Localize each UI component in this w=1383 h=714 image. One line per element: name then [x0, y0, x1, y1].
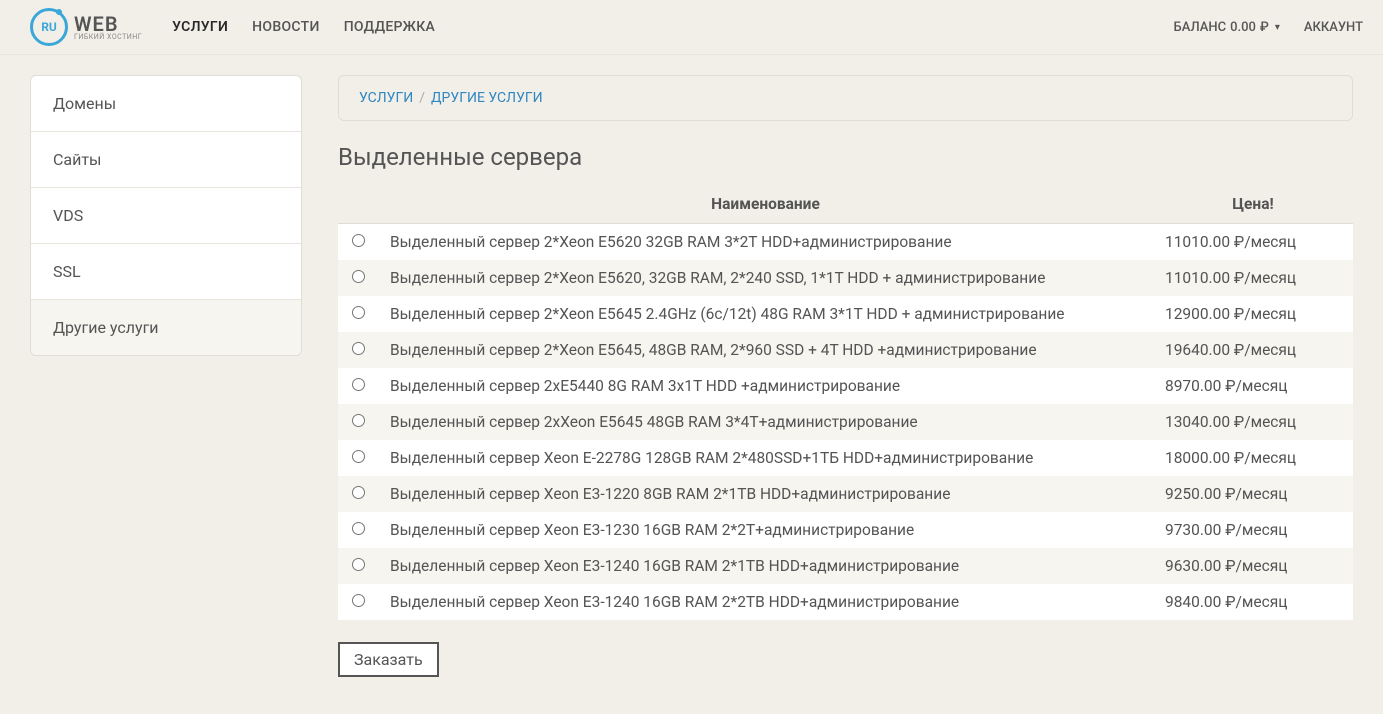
balance-label: БАЛАНС [1174, 20, 1227, 35]
radio-cell [338, 404, 378, 440]
sidebar-item-1[interactable]: Сайты [31, 132, 301, 188]
logo-badge: RU [30, 8, 68, 46]
server-radio-4[interactable] [352, 378, 365, 391]
breadcrumb-link-0[interactable]: УСЛУГИ [359, 90, 413, 106]
server-name-cell: Выделенный сервер 2*Xeon E5645, 48GB RAM… [378, 332, 1153, 368]
table-row: Выделенный сервер 2*Xeon E5645, 48GB RAM… [338, 332, 1353, 368]
server-name-cell: Выделенный сервер Xeon E3-1240 16GB RAM … [378, 548, 1153, 584]
server-price-cell: 11010.00 ₽/месяц [1153, 224, 1353, 261]
balance-currency: ₽ [1260, 20, 1269, 35]
server-name-cell: Выделенный сервер Xeon E3-1220 8GB RAM 2… [378, 476, 1153, 512]
table-header-price: Цена! [1153, 185, 1353, 224]
nav-item-0[interactable]: УСЛУГИ [172, 19, 228, 35]
server-name-cell: Выделенный сервер 2xE5440 8G RAM 3x1T HD… [378, 368, 1153, 404]
server-radio-7[interactable] [352, 486, 365, 499]
server-name-cell: Выделенный сервер Xeon E-2278G 128GB RAM… [378, 440, 1153, 476]
page-title: Выделенные сервера [338, 143, 1353, 171]
balance-value: 0.00 [1230, 20, 1256, 35]
server-name-cell: Выделенный сервер 2xXeon E5645 48GB RAM … [378, 404, 1153, 440]
nav-item-2[interactable]: ПОДДЕРЖКА [344, 19, 435, 35]
sidebar-item-3[interactable]: SSL [31, 244, 301, 300]
table-row: Выделенный сервер Xeon E3-1240 16GB RAM … [338, 548, 1353, 584]
caret-down-icon: ▾ [1275, 22, 1280, 33]
server-radio-1[interactable] [352, 270, 365, 283]
topbar: RU WEB ГИБКИЙ ХОСТИНГ УСЛУГИ НОВОСТИ ПОДДЕ… [0, 0, 1383, 55]
radio-cell [338, 512, 378, 548]
server-radio-8[interactable] [352, 522, 365, 535]
table-row: Выделенный сервер 2*Xeon E5645 2.4GHz (6… [338, 296, 1353, 332]
table-row: Выделенный сервер 2*Xeon E5620, 32GB RAM… [338, 260, 1353, 296]
breadcrumb-link-1[interactable]: ДРУГИЕ УСЛУГИ [431, 90, 543, 106]
sidebar-item-4[interactable]: Другие услуги [31, 300, 301, 355]
page-container: ДоменыСайтыVDSSSLДругие услуги УСЛУГИ / ДР… [0, 55, 1383, 697]
table-row: Выделенный сервер 2xE5440 8G RAM 3x1T HD… [338, 368, 1353, 404]
server-radio-3[interactable] [352, 342, 365, 355]
radio-cell [338, 548, 378, 584]
server-price-cell: 13040.00 ₽/месяц [1153, 404, 1353, 440]
table-header-radio [338, 185, 378, 224]
logo[interactable]: RU WEB ГИБКИЙ ХОСТИНГ [30, 8, 142, 46]
sidebar: ДоменыСайтыVDSSSLДругие услуги [30, 75, 302, 677]
table-row: Выделенный сервер Xeon E-2278G 128GB RAM… [338, 440, 1353, 476]
account-link[interactable]: АККАУНТ [1304, 20, 1363, 35]
radio-cell [338, 296, 378, 332]
server-radio-2[interactable] [352, 306, 365, 319]
table-header-name: Наименование [378, 185, 1153, 224]
server-price-cell: 18000.00 ₽/месяц [1153, 440, 1353, 476]
server-price-cell: 9630.00 ₽/месяц [1153, 548, 1353, 584]
sidebar-list: ДоменыСайтыVDSSSLДругие услуги [30, 75, 302, 356]
sidebar-item-2[interactable]: VDS [31, 188, 301, 244]
server-radio-6[interactable] [352, 450, 365, 463]
table-row: Выделенный сервер 2xXeon E5645 48GB RAM … [338, 404, 1353, 440]
server-name-cell: Выделенный сервер Xeon E3-1230 16GB RAM … [378, 512, 1153, 548]
server-price-cell: 9250.00 ₽/месяц [1153, 476, 1353, 512]
sidebar-item-0[interactable]: Домены [31, 76, 301, 132]
breadcrumb: УСЛУГИ / ДРУГИЕ УСЛУГИ [338, 75, 1353, 121]
logo-sub: ГИБКИЙ ХОСТИНГ [74, 34, 142, 41]
server-radio-5[interactable] [352, 414, 365, 427]
table-row: Выделенный сервер 2*Xeon E5620 32GB RAM … [338, 224, 1353, 261]
server-name-cell: Выделенный сервер 2*Xeon E5620 32GB RAM … [378, 224, 1153, 261]
server-price-cell: 11010.00 ₽/месяц [1153, 260, 1353, 296]
table-row: Выделенный сервер Xeon E3-1220 8GB RAM 2… [338, 476, 1353, 512]
logo-main: WEB [74, 14, 142, 34]
breadcrumb-sep: / [419, 90, 425, 106]
radio-cell [338, 260, 378, 296]
order-button[interactable]: Заказать [338, 642, 439, 677]
table-header-row: Наименование Цена! [338, 185, 1353, 224]
main-nav: УСЛУГИ НОВОСТИ ПОДДЕРЖКА [172, 19, 1173, 35]
server-price-cell: 19640.00 ₽/месяц [1153, 332, 1353, 368]
server-name-cell: Выделенный сервер 2*Xeon E5620, 32GB RAM… [378, 260, 1153, 296]
server-price-cell: 8970.00 ₽/месяц [1153, 368, 1353, 404]
radio-cell [338, 584, 378, 620]
balance-dropdown[interactable]: БАЛАНС 0.00 ₽ ▾ [1174, 20, 1280, 35]
server-name-cell: Выделенный сервер Xeon E3-1240 16GB RAM … [378, 584, 1153, 620]
servers-table: Наименование Цена! Выделенный сервер 2*X… [338, 185, 1353, 620]
logo-text: WEB ГИБКИЙ ХОСТИНГ [74, 14, 142, 41]
radio-cell [338, 440, 378, 476]
table-row: Выделенный сервер Xeon E3-1240 16GB RAM … [338, 584, 1353, 620]
server-price-cell: 12900.00 ₽/месяц [1153, 296, 1353, 332]
server-radio-0[interactable] [352, 234, 365, 247]
server-price-cell: 9840.00 ₽/месяц [1153, 584, 1353, 620]
radio-cell [338, 332, 378, 368]
topbar-right: БАЛАНС 0.00 ₽ ▾ АККАУНТ [1174, 20, 1363, 35]
table-row: Выделенный сервер Xeon E3-1230 16GB RAM … [338, 512, 1353, 548]
server-name-cell: Выделенный сервер 2*Xeon E5645 2.4GHz (6… [378, 296, 1153, 332]
nav-item-1[interactable]: НОВОСТИ [252, 19, 320, 35]
radio-cell [338, 368, 378, 404]
server-radio-9[interactable] [352, 558, 365, 571]
server-radio-10[interactable] [352, 594, 365, 607]
radio-cell [338, 224, 378, 261]
server-price-cell: 9730.00 ₽/месяц [1153, 512, 1353, 548]
main-content: УСЛУГИ/ДРУГИЕ УСЛУГИ Выделенные сервера … [338, 75, 1353, 677]
radio-cell [338, 476, 378, 512]
